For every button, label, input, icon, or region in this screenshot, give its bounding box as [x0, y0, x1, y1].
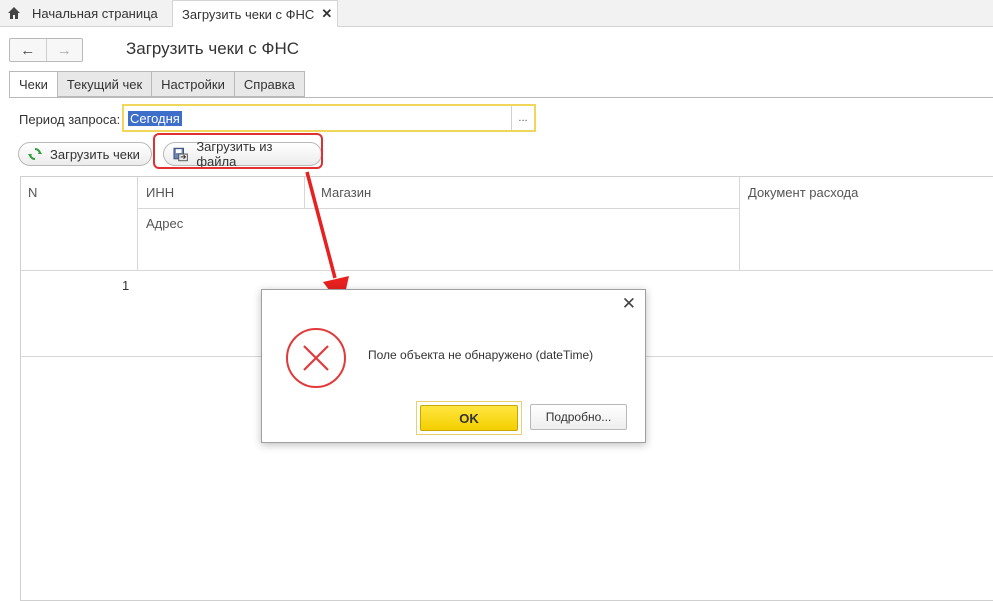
ok-focus-frame: OK	[416, 401, 522, 435]
column-header-n[interactable]: N	[28, 185, 37, 200]
top-bar: Начальная страница Загрузить чеки с ФНС …	[0, 0, 993, 27]
open-tab-label: Загрузить чеки с ФНС	[182, 6, 315, 22]
tabs-divider	[9, 97, 993, 98]
column-header-shop[interactable]: Магазин	[321, 185, 371, 200]
period-label: Период запроса:	[19, 112, 121, 127]
grid-line	[137, 177, 138, 270]
error-dialog: ✕ Поле объекта не обнаружено (dateTime) …	[261, 289, 646, 443]
ok-button[interactable]: OK	[420, 405, 518, 431]
column-header-expense-doc[interactable]: Документ расхода	[748, 185, 858, 200]
tab-help[interactable]: Справка	[233, 71, 305, 97]
tab-receipts[interactable]: Чеки	[9, 71, 58, 98]
home-tab[interactable]: Начальная страница	[0, 0, 165, 26]
refresh-icon	[28, 148, 42, 160]
tab-settings[interactable]: Настройки	[151, 71, 235, 97]
grid-line	[137, 208, 739, 209]
back-arrow-icon[interactable]: ←	[10, 39, 47, 61]
open-tab-load-receipts[interactable]: Загрузить чеки с ФНС ✕	[172, 0, 338, 27]
column-header-address[interactable]: Адрес	[146, 216, 183, 231]
history-nav: ← →	[9, 38, 83, 62]
page-title: Загрузить чеки с ФНС	[126, 39, 300, 58]
dialog-close-icon[interactable]: ✕	[622, 294, 636, 314]
close-tab-icon[interactable]: ✕	[321, 6, 332, 22]
tab-current-receipt[interactable]: Текущий чек	[56, 71, 153, 97]
details-button[interactable]: Подробно...	[530, 404, 627, 430]
error-icon	[286, 328, 346, 388]
column-header-inn[interactable]: ИНН	[146, 185, 174, 200]
grid-line	[304, 177, 305, 208]
dialog-message: Поле объекта не обнаружено (dateTime)	[368, 348, 594, 362]
form-tabs: Чеки Текущий чек Настройки Справка	[9, 71, 305, 98]
period-value: Сегодня	[128, 111, 182, 126]
forward-arrow-icon[interactable]: →	[47, 39, 83, 61]
grid-line	[739, 177, 740, 270]
period-input[interactable]: Сегодня ...	[122, 104, 536, 132]
grid-line	[21, 270, 993, 271]
home-icon	[8, 7, 20, 19]
load-receipts-label: Загрузить чеки	[50, 146, 140, 162]
load-receipts-button[interactable]: Загрузить чеки	[18, 142, 152, 166]
period-select-button[interactable]: ...	[511, 106, 534, 130]
highlight-box	[153, 133, 323, 169]
home-tab-label: Начальная страница	[32, 5, 158, 21]
row-number-cell[interactable]: 1	[122, 278, 129, 293]
